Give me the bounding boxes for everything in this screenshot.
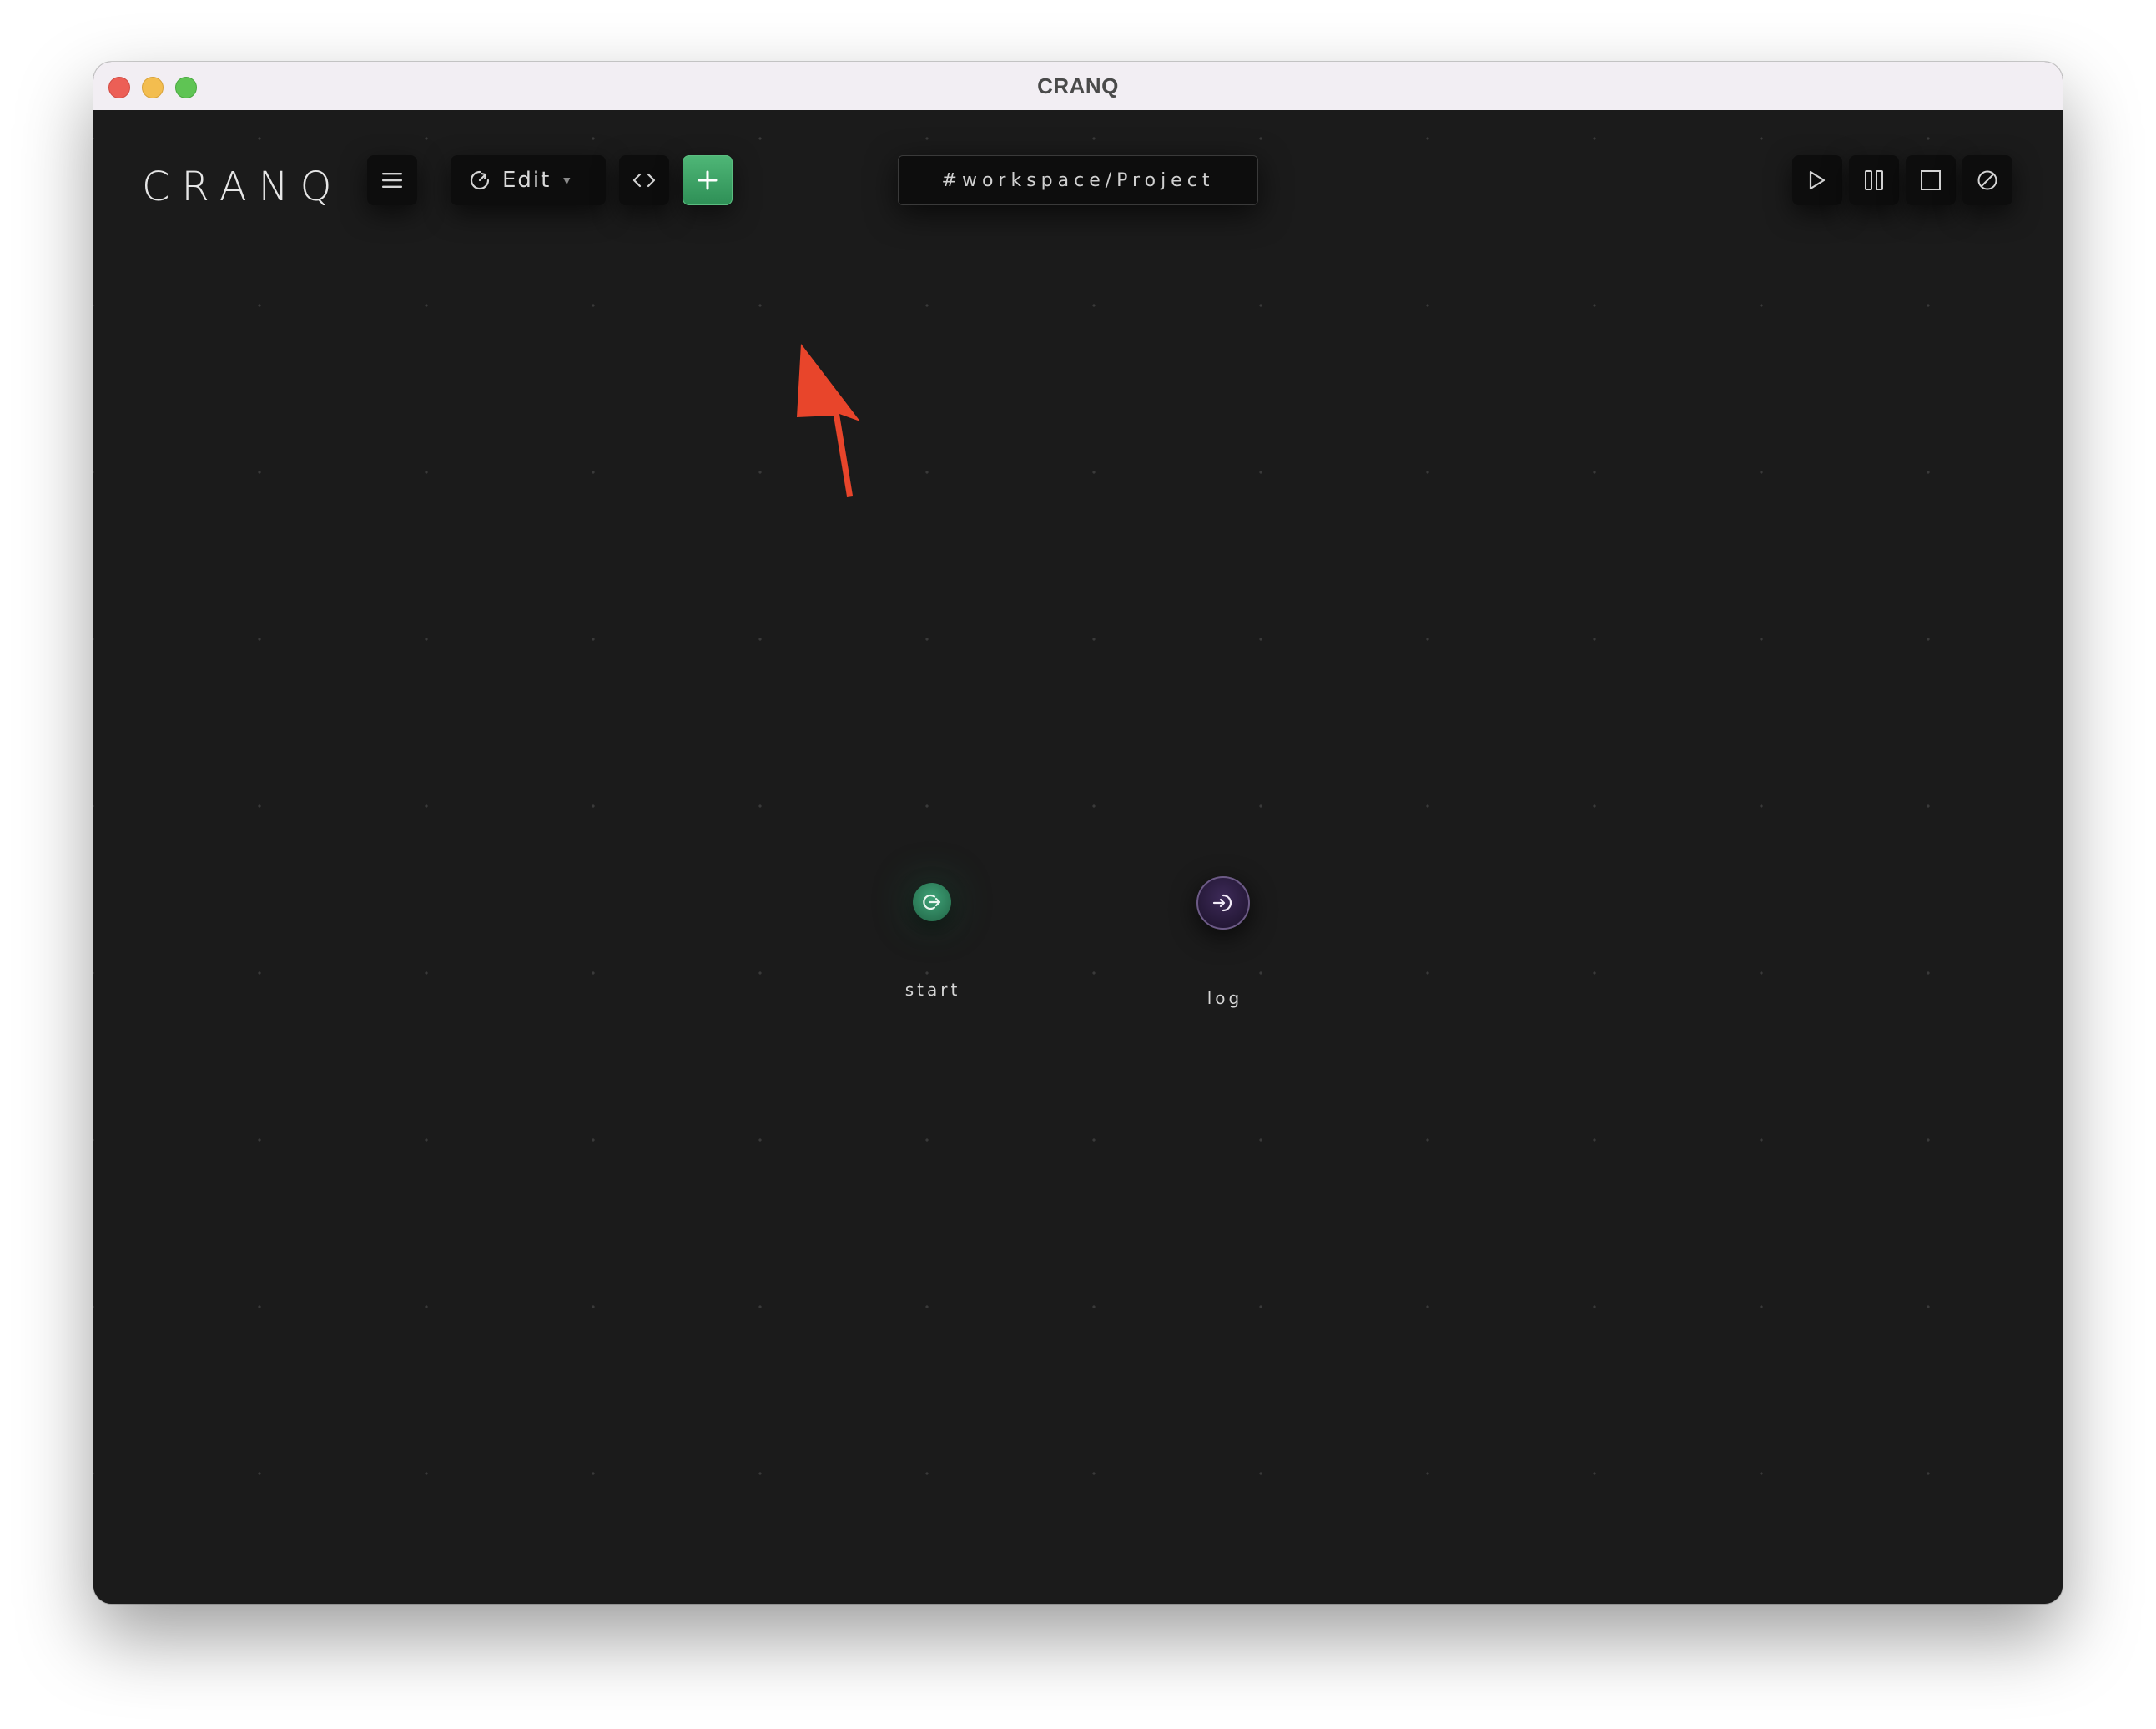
graph-canvas[interactable]: CRANQ Edit ▼ #workspace/Project start lo… bbox=[93, 110, 2063, 1604]
clear-button[interactable] bbox=[1962, 155, 2012, 205]
workspace-path[interactable]: #workspace/Project bbox=[898, 155, 1258, 205]
code-view-button[interactable] bbox=[619, 155, 669, 205]
play-icon bbox=[1809, 170, 1826, 190]
log-node[interactable] bbox=[1196, 876, 1250, 930]
pause-icon bbox=[1865, 170, 1883, 190]
start-node[interactable] bbox=[913, 883, 951, 921]
run-button[interactable] bbox=[1792, 155, 1842, 205]
mode-dropdown[interactable]: Edit ▼ bbox=[451, 155, 606, 205]
chevron-down-icon: ▼ bbox=[561, 174, 573, 187]
log-node-label: log bbox=[1206, 988, 1243, 1008]
pause-button[interactable] bbox=[1849, 155, 1899, 205]
menu-button[interactable] bbox=[367, 155, 417, 205]
hamburger-menu-icon bbox=[382, 173, 402, 188]
edit-mode-icon bbox=[470, 170, 490, 190]
mode-label: Edit bbox=[502, 168, 552, 193]
cranq-logo: CRANQ bbox=[142, 164, 344, 210]
add-node-button[interactable] bbox=[683, 155, 733, 205]
stop-icon bbox=[1921, 170, 1941, 190]
start-node-label: start bbox=[904, 980, 961, 1000]
enter-icon bbox=[1212, 894, 1232, 912]
prohibited-icon bbox=[1977, 170, 1997, 190]
title-bar: CRANQ bbox=[93, 62, 2063, 111]
exit-icon bbox=[923, 894, 941, 910]
stop-button[interactable] bbox=[1906, 155, 1956, 205]
code-icon bbox=[632, 173, 656, 188]
app-window: CRANQ CRANQ Edit ▼ #workspace/Project st… bbox=[93, 62, 2063, 1604]
window-title: CRANQ bbox=[1037, 73, 1119, 98]
annotation-arrow bbox=[797, 344, 860, 497]
plus-icon bbox=[698, 170, 718, 190]
